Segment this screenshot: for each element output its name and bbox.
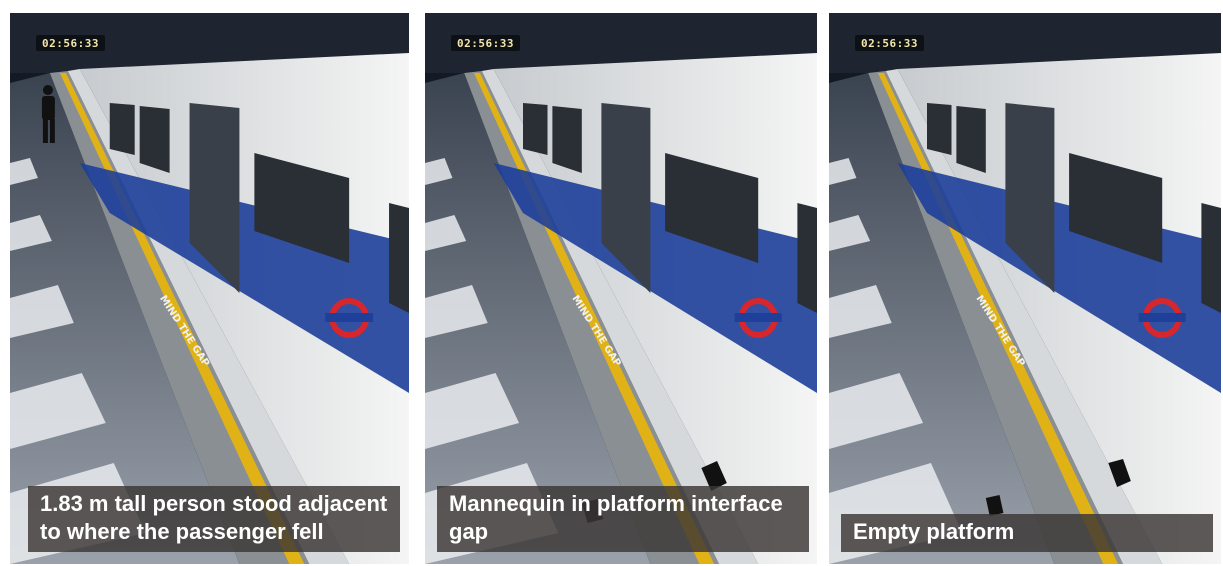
cctv-frame-mannequin: MIND THE GAP 02:56:33 Mannequin in platf… xyxy=(425,13,817,564)
platform-scene: MIND THE GAP xyxy=(425,13,817,564)
caption: 1.83 m tall person stood adjacent to whe… xyxy=(28,486,400,552)
caption: Mannequin in platform interface gap xyxy=(437,486,809,552)
timestamp: 02:56:33 xyxy=(855,35,924,51)
timestamp: 02:56:33 xyxy=(451,35,520,51)
timestamp: 02:56:33 xyxy=(36,35,105,51)
platform-scene: MIND THE GAP xyxy=(10,13,409,564)
cctv-frame-empty: MIND THE GAP 02:56:33 Empty platform xyxy=(829,13,1221,564)
platform-scene: MIND THE GAP xyxy=(829,13,1221,564)
caption: Empty platform xyxy=(841,514,1213,552)
cctv-frame-person: MIND THE GAP 02:56:33 1.83 m tall person… xyxy=(10,13,409,564)
